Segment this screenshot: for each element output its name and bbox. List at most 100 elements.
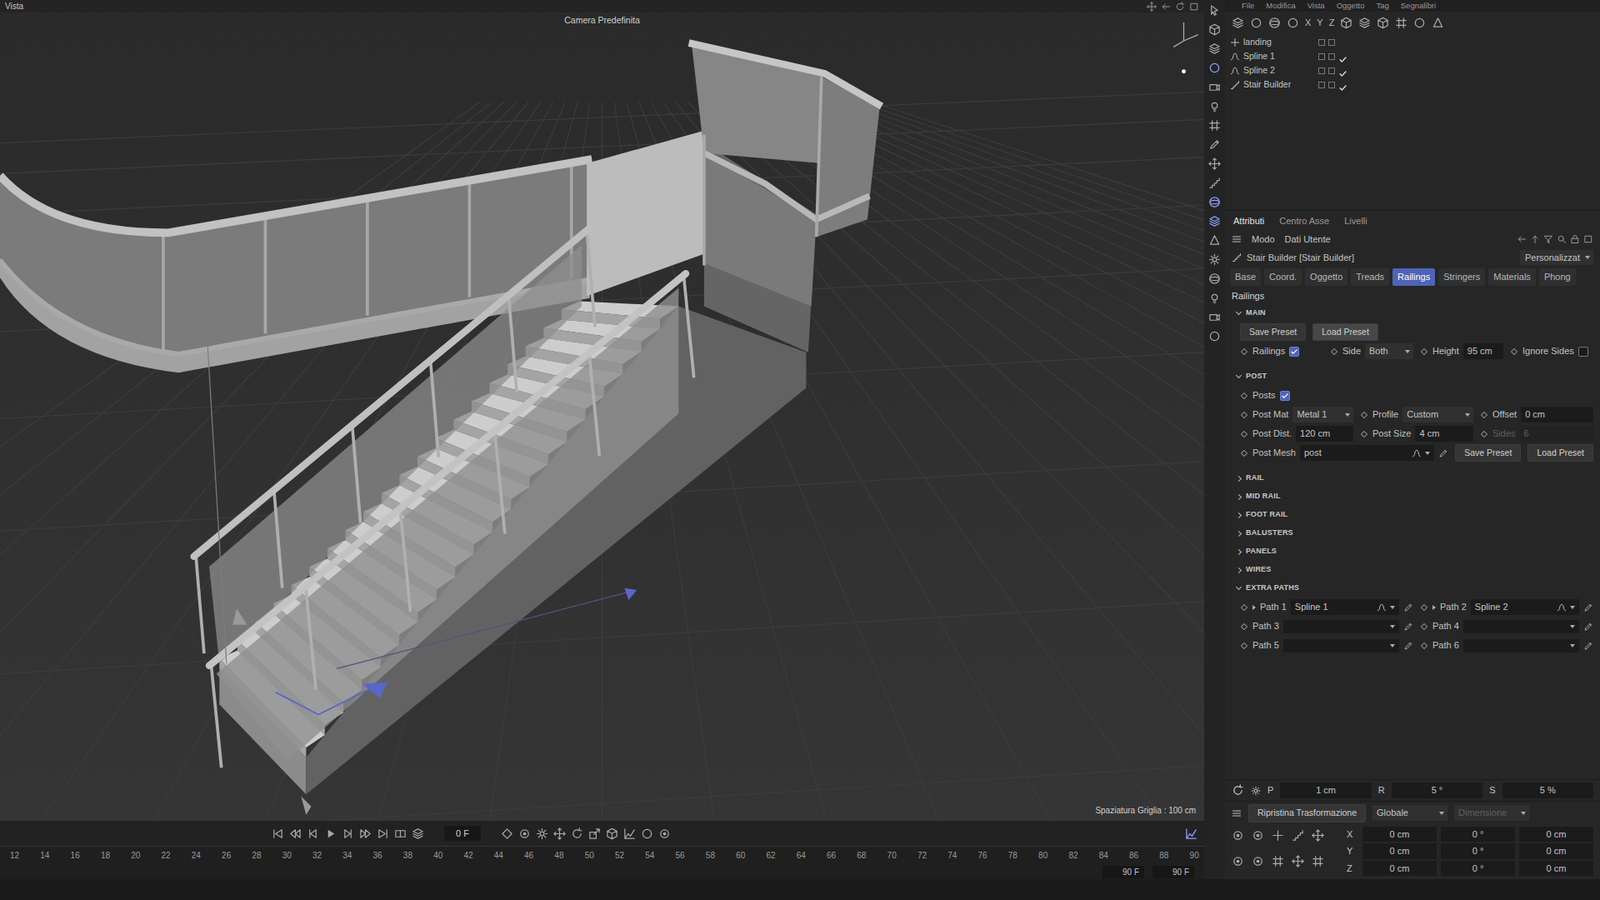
keyframe-icon[interactable] [1240,641,1248,649]
cube-icon[interactable] [1376,16,1390,30]
search-icon[interactable] [1556,234,1567,245]
grid-icon[interactable] [1395,16,1408,30]
enabled-check[interactable] [1338,80,1348,90]
preset-button[interactable]: Save Preset [1240,323,1306,342]
menu-item[interactable]: Vista [1307,0,1325,12]
field-input[interactable]: 4 cm [1415,425,1474,442]
stair-model[interactable] [0,0,1205,821]
layers-icon[interactable] [1358,16,1371,30]
camera-icon[interactable] [1208,80,1221,94]
chevron-icon[interactable] [1235,493,1242,500]
section-title[interactable]: EXTRA PATHS [1245,582,1300,595]
camera-icon[interactable] [1208,310,1221,324]
section-header[interactable]: BALUSTERS [1236,524,1594,543]
field-dropdown[interactable]: Both [1365,343,1414,360]
menu-item[interactable]: File [1241,0,1255,12]
stepf-icon[interactable] [341,827,355,840]
object-row[interactable]: Spline 2 [1230,63,1600,78]
circle-icon[interactable] [1208,61,1221,75]
section-title[interactable]: RAIL [1245,472,1265,485]
page-tab[interactable]: Phong [1539,268,1576,286]
page-tab[interactable]: Stringers [1438,268,1485,286]
chevron-icon[interactable] [1235,475,1242,481]
link-field[interactable]: Spline 2 [1470,599,1580,615]
shade-icon[interactable] [1268,16,1281,30]
move-icon[interactable] [1208,157,1221,170]
keyframe-icon[interactable] [1240,347,1248,355]
field-input[interactable]: 95 cm [1463,343,1504,360]
object-row[interactable]: landing [1230,35,1600,50]
section-title[interactable]: POST [1245,370,1267,383]
page-tab[interactable]: Oggetto [1305,268,1348,286]
link-field[interactable] [1463,620,1580,634]
menu-icon[interactable] [1231,234,1242,245]
layers-icon[interactable] [1208,215,1221,228]
viewport[interactable]: VistaCamera PredefinitaSpaziatura Grigli… [0,0,1205,821]
keyframe-icon[interactable] [1330,347,1338,355]
range-start-field[interactable]: 90 F [1102,865,1145,879]
link-value[interactable]: Spline 2 [1475,600,1554,615]
loop-icon[interactable] [394,827,407,840]
axis-toggle[interactable]: Z [1329,15,1335,30]
gear-icon[interactable] [535,827,549,840]
keyframe-icon[interactable] [1240,449,1248,456]
menu-item[interactable]: Segnalibri [1400,0,1436,12]
chevron-icon[interactable] [1235,566,1242,573]
link-field[interactable]: Spline 1 [1290,599,1400,615]
mode-icon[interactable] [1250,16,1263,30]
caret-icon[interactable] [1390,625,1395,629]
link-value[interactable]: Spline 1 [1295,600,1374,615]
manager-tab[interactable]: Attributi [1231,213,1266,230]
section-header[interactable]: PANELS [1236,542,1594,561]
cube-icon[interactable] [1340,16,1353,30]
section-header[interactable]: WIRES [1236,560,1594,580]
circle-icon[interactable] [640,827,654,840]
arrowl-icon[interactable] [1516,234,1527,245]
gear-icon[interactable] [1208,253,1221,266]
chevron-icon[interactable] [1235,584,1242,590]
snap-input[interactable]: 5 ° [1391,782,1483,799]
cone-icon[interactable] [1431,16,1445,30]
grid-icon[interactable] [1311,855,1325,868]
pencil-icon[interactable] [1403,640,1414,651]
field-input[interactable]: 120 cm [1295,425,1354,442]
position-input[interactable]: 0 cm [1362,843,1437,860]
rec-icon[interactable] [518,827,531,840]
field-checkbox[interactable] [1289,346,1300,357]
menu-item[interactable]: Oggetto [1336,0,1365,12]
keyframe-icon[interactable] [1480,410,1488,418]
objects-icon[interactable] [1231,16,1245,30]
grid-icon[interactable] [1271,855,1285,868]
field-dropdown[interactable]: Metal 1 [1292,406,1354,423]
arrowl-icon[interactable] [1160,1,1171,12]
keyframe-icon[interactable] [1480,430,1488,437]
range-end-field[interactable]: 90 F [1152,865,1195,879]
snap-icon[interactable] [1231,784,1245,797]
nullo-icon[interactable] [1271,829,1285,842]
layers-icon[interactable] [1208,42,1221,55]
section-header[interactable]: POST [1236,367,1594,386]
enabled-check[interactable] [1338,37,1348,47]
keyframe-icon[interactable] [1360,430,1368,437]
back-icon[interactable] [289,827,302,840]
scale-icon[interactable] [588,827,601,840]
move-icon[interactable] [553,827,566,840]
preset-button[interactable]: Load Preset [1312,323,1379,342]
circle-icon[interactable] [1208,330,1221,343]
view-icon[interactable] [1286,16,1300,30]
axis-toggle[interactable]: Y [1316,15,1323,30]
section-title[interactable]: WIRES [1245,564,1272,576]
page-tab[interactable]: Materials [1488,268,1536,286]
object-name[interactable]: Stair Builder [1243,78,1315,92]
section-header[interactable]: FOOT RAIL [1236,505,1594,525]
attribute-menu[interactable]: Dati Utente [1285,232,1331,247]
section-title[interactable]: MID RAIL [1245,490,1281,503]
position-input[interactable]: 0 cm [1362,860,1437,877]
pencil-icon[interactable] [1583,602,1594,613]
section-header[interactable]: MID RAIL [1236,487,1594,506]
enabled-check[interactable] [1338,51,1348,61]
layer-box[interactable] [1318,67,1325,75]
caret-icon[interactable] [1570,625,1575,629]
field-input[interactable]: 0 cm [1520,406,1594,423]
size-input[interactable]: 0 cm [1519,860,1594,877]
